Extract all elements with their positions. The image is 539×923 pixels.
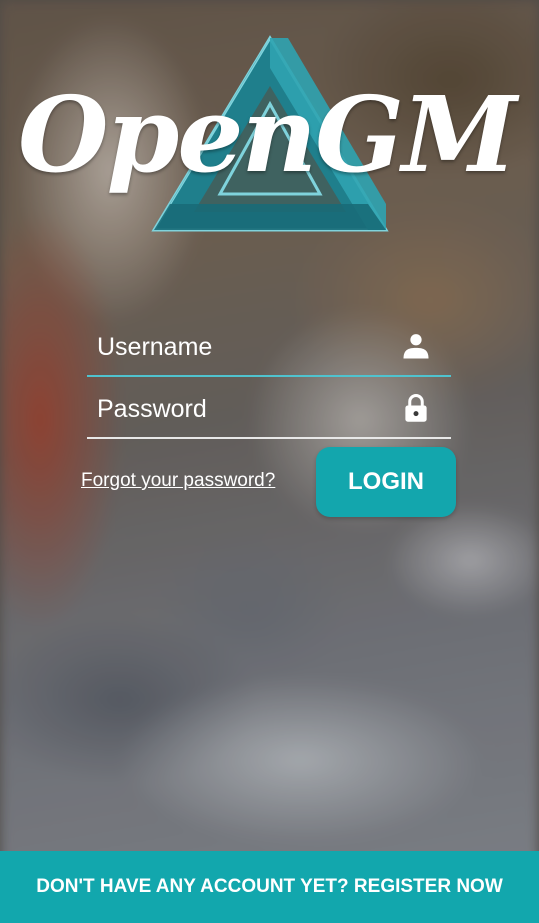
password-field-container: [87, 381, 451, 439]
password-input[interactable]: [87, 381, 397, 437]
login-button[interactable]: LOGIN: [316, 447, 456, 517]
lock-icon: [405, 394, 427, 422]
user-icon: [403, 334, 429, 359]
username-input[interactable]: [87, 319, 397, 375]
forgot-password-link[interactable]: Forgot your password?: [81, 470, 275, 492]
register-now-button[interactable]: DON'T HAVE ANY ACCOUNT YET? REGISTER NOW: [0, 851, 539, 923]
login-screen: OpenGM Forgot your password? LOGIN DON'T…: [0, 0, 539, 923]
app-logo: OpenGM: [0, 20, 539, 240]
username-field-container: [87, 319, 451, 377]
logo-wordmark: OpenGM: [18, 73, 517, 196]
